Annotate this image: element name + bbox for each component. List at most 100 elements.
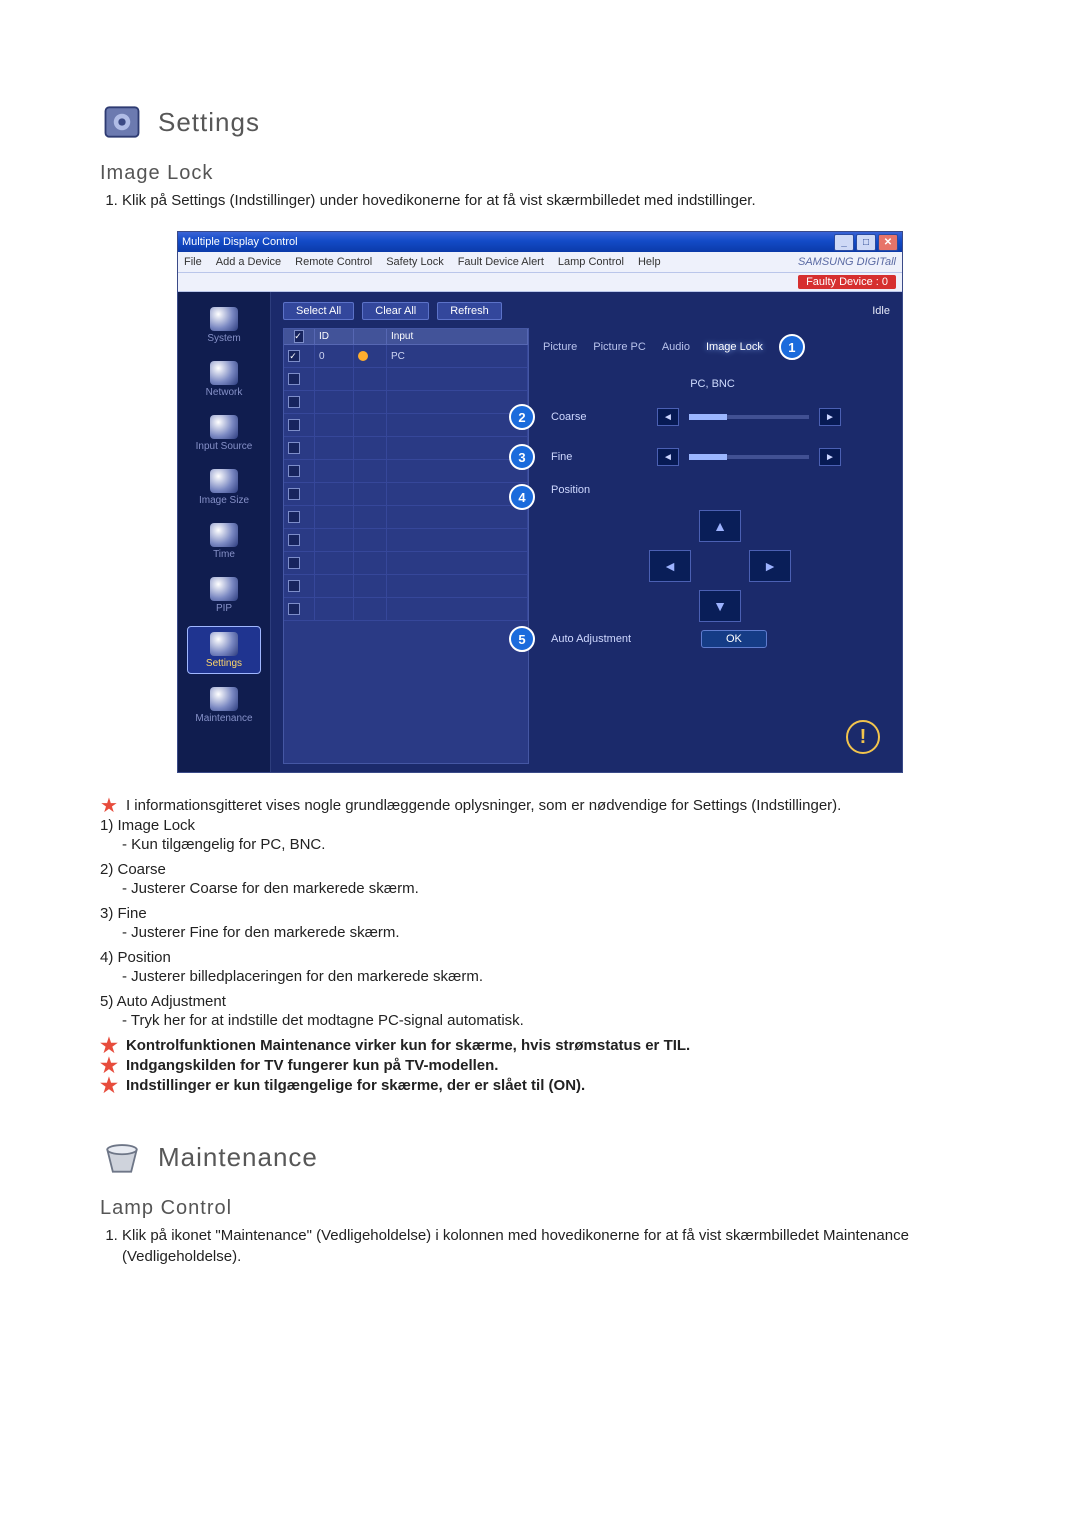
- close-button[interactable]: ✕: [878, 234, 898, 251]
- position-up-button[interactable]: ▲: [699, 510, 741, 542]
- menu-remote-control[interactable]: Remote Control: [295, 256, 372, 268]
- position-pad: ▲ ◄ ► ▼: [639, 510, 799, 620]
- tab-bar: Picture Picture PC Audio Image Lock 1: [543, 334, 882, 360]
- enum-1-sub: - Kun tilgængelig for PC, BNC.: [122, 836, 980, 853]
- grid-header-status: [354, 329, 387, 344]
- status-bar: Faulty Device : 0: [178, 273, 902, 292]
- coarse-inc-button[interactable]: ►: [819, 408, 841, 426]
- brand-label: SAMSUNG DIGITall: [798, 256, 896, 268]
- grid-header-check[interactable]: [284, 329, 315, 344]
- menu-safety-lock[interactable]: Safety Lock: [386, 256, 443, 268]
- grid-row-empty: [284, 506, 528, 529]
- sidebar-item-system[interactable]: System: [188, 302, 260, 348]
- sidebar-item-network[interactable]: Network: [188, 356, 260, 402]
- sidebar: System Network Input Source Image Size T…: [178, 292, 271, 772]
- clear-all-button[interactable]: Clear All: [362, 302, 429, 320]
- settings-intro-list: Klik på Settings (Indstillinger) under h…: [100, 191, 980, 211]
- tab-image-lock[interactable]: Image Lock: [706, 341, 763, 353]
- input-source-icon: [210, 415, 238, 439]
- app-window: Multiple Display Control _ □ ✕ File Add …: [177, 231, 903, 773]
- grid-header-input: Input: [387, 329, 528, 344]
- image-size-icon: [210, 469, 238, 493]
- tab-picture[interactable]: Picture: [543, 341, 577, 353]
- menu-add-device[interactable]: Add a Device: [216, 256, 281, 268]
- maintenance-intro-item: Klik på ikonet "Maintenance" (Vedligehol…: [122, 1226, 980, 1267]
- ok-button[interactable]: OK: [701, 630, 767, 648]
- grid-row-empty: [284, 483, 528, 506]
- callout-4: 4: [509, 484, 535, 510]
- tab-picture-pc[interactable]: Picture PC: [593, 341, 646, 353]
- titlebar: Multiple Display Control _ □ ✕: [178, 232, 902, 252]
- image-lock-title: Image Lock: [100, 162, 980, 185]
- refresh-button[interactable]: Refresh: [437, 302, 502, 320]
- grid-row-empty: [284, 460, 528, 483]
- mode-label: PC, BNC: [543, 378, 882, 390]
- enum-5-label: 5) Auto Adjustment: [100, 993, 980, 1010]
- auto-adjustment-label: Auto Adjustment: [551, 633, 691, 645]
- position-right-button[interactable]: ►: [749, 550, 791, 582]
- enum-2-sub: - Justerer Coarse for den markerede skær…: [122, 880, 980, 897]
- sidebar-item-time[interactable]: Time: [188, 518, 260, 564]
- maximize-button[interactable]: □: [856, 234, 876, 251]
- maintenance-icon: [210, 687, 238, 711]
- enum-4-label: 4) Position: [100, 949, 980, 966]
- settings-title: Settings: [158, 107, 260, 138]
- callout-5: 5: [509, 626, 535, 652]
- grid-header: ID Input: [284, 329, 528, 345]
- note-on: ★ Indstillinger er kun tilgængelige for …: [100, 1077, 980, 1095]
- maintenance-header: Maintenance: [100, 1135, 980, 1179]
- sidebar-item-maintenance[interactable]: Maintenance: [188, 682, 260, 728]
- fine-slider[interactable]: [689, 455, 809, 459]
- star-icon: ★: [100, 1057, 118, 1075]
- grid-row-0[interactable]: 0 PC: [284, 345, 528, 368]
- position-down-button[interactable]: ▼: [699, 590, 741, 622]
- fine-label: Fine: [551, 451, 647, 463]
- menu-fault-alert[interactable]: Fault Device Alert: [458, 256, 544, 268]
- menu-file[interactable]: File: [184, 256, 202, 268]
- fine-inc-button[interactable]: ►: [819, 448, 841, 466]
- enum-4-sub: - Justerer billedplaceringen for den mar…: [122, 968, 980, 985]
- toolbar: Select All Clear All Refresh Idle: [283, 302, 890, 320]
- minimize-button[interactable]: _: [834, 234, 854, 251]
- coarse-slider[interactable]: [689, 415, 809, 419]
- sidebar-item-input-source[interactable]: Input Source: [188, 410, 260, 456]
- menu-lamp-control[interactable]: Lamp Control: [558, 256, 624, 268]
- menu-help[interactable]: Help: [638, 256, 661, 268]
- grid-row-empty: [284, 598, 528, 621]
- enum-2-label: 2) Coarse: [100, 861, 980, 878]
- fault-badge: Faulty Device : 0: [798, 275, 896, 289]
- settings-section-icon: [100, 100, 144, 144]
- menubar: File Add a Device Remote Control Safety …: [178, 252, 902, 273]
- system-icon: [210, 307, 238, 331]
- grid-row-empty: [284, 391, 528, 414]
- sidebar-item-image-size[interactable]: Image Size: [188, 464, 260, 510]
- callout-3: 3: [509, 444, 535, 470]
- pip-icon: [210, 577, 238, 601]
- enum-5-sub: - Tryk her for at indstille det modtagne…: [122, 1012, 980, 1029]
- tab-audio[interactable]: Audio: [662, 341, 690, 353]
- sidebar-item-settings[interactable]: Settings: [187, 626, 261, 674]
- sidebar-item-pip[interactable]: PIP: [188, 572, 260, 618]
- position-label: Position: [551, 484, 647, 496]
- position-left-button[interactable]: ◄: [649, 550, 691, 582]
- fine-row: 3 Fine ◄ ►: [543, 444, 882, 470]
- auto-adjust-row: 5 Auto Adjustment OK: [543, 626, 882, 652]
- grid-row-empty: [284, 552, 528, 575]
- app-title: Multiple Display Control: [182, 236, 298, 248]
- info-icon: !: [846, 720, 880, 754]
- lamp-control-title: Lamp Control: [100, 1197, 980, 1220]
- time-icon: [210, 523, 238, 547]
- star-icon: ★: [100, 1077, 118, 1095]
- enum-1-label: 1) Image Lock: [100, 817, 980, 834]
- note-info-grid: ★ I informationsgitteret vises nogle gru…: [100, 797, 980, 815]
- settings-icon: [210, 632, 238, 656]
- right-panel: Picture Picture PC Audio Image Lock 1 PC…: [529, 328, 890, 764]
- coarse-dec-button[interactable]: ◄: [657, 408, 679, 426]
- star-icon: ★: [100, 1037, 118, 1055]
- fine-dec-button[interactable]: ◄: [657, 448, 679, 466]
- grid-row-empty: [284, 437, 528, 460]
- network-icon: [210, 361, 238, 385]
- select-all-button[interactable]: Select All: [283, 302, 354, 320]
- main-area: Select All Clear All Refresh Idle ID: [271, 292, 902, 772]
- app-screenshot: Multiple Display Control _ □ ✕ File Add …: [100, 231, 980, 773]
